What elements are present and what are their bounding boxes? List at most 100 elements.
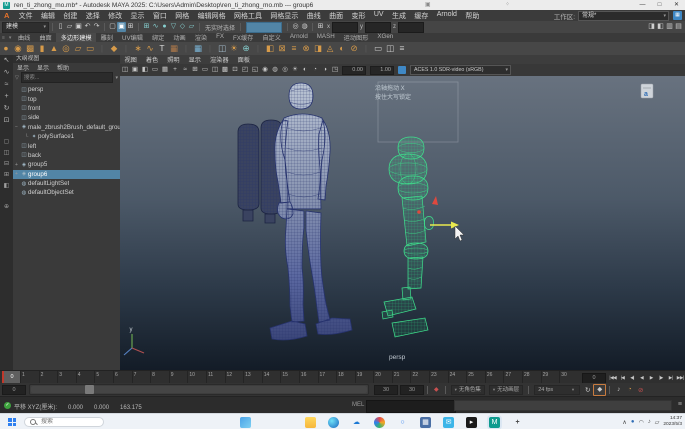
make-live-icon[interactable]: ▱ [187,22,196,32]
range-handle[interactable] [85,385,94,394]
outliner-item[interactable]: ◫ back [13,151,120,160]
character-set-dropdown[interactable]: ▾ 无角色集 [451,385,485,395]
film-gate-icon[interactable]: ▭ [200,64,210,76]
color-ball-icon[interactable] [374,417,385,428]
grid-toggle-icon[interactable]: ⊞ [190,64,200,76]
onedrive-icon[interactable]: ☁ [351,417,362,428]
move-tool-icon[interactable]: + [0,91,13,103]
mail-icon[interactable]: ✉ [443,417,454,428]
shelf-tab[interactable]: XGen [373,33,398,42]
menu-item[interactable]: 显示 [126,11,148,21]
image-plane-icon[interactable]: ▦ [160,64,170,76]
color-management-icon[interactable] [398,66,406,74]
coordinate-grid-icon[interactable]: ⊞ [316,22,325,32]
shelf-menu-icon[interactable]: ≡ [0,35,7,41]
colorspace-dropdown[interactable]: ACES 1.0 SDR-video (sRGB) ▾ [410,65,511,75]
snap-grid-icon[interactable]: ⊞ [142,22,151,32]
menu-item[interactable]: 生成 [388,11,410,21]
quick-selection-input[interactable] [246,22,282,33]
maximize-button[interactable]: □ [651,0,668,10]
menu-item[interactable]: 网格 [171,11,193,21]
script-editor-icon[interactable]: ≡ [678,401,682,408]
expand-toggle[interactable]: └ [23,134,30,140]
current-time-field[interactable]: 0 [582,373,606,384]
step-back-frame-button[interactable]: |◀ [618,375,628,381]
menu-item[interactable]: 帮助 [461,11,483,21]
outliner-item[interactable]: ◫ side [13,113,120,122]
render-frame-icon[interactable]: ◍ [300,22,309,32]
modeling-toolkit-grid-icon[interactable]: ▦ [192,42,204,55]
select-tool-icon[interactable]: ↖ [0,55,13,67]
step-forward-frame-button[interactable]: ▶| [666,375,676,381]
set-key-icon[interactable]: ◆ [434,386,439,393]
poly-sphere-icon[interactable]: ● [0,42,12,55]
super-shape-icon[interactable]: ◆ [108,42,120,55]
console-icon[interactable]: ▸ [466,417,477,428]
animation-end-field[interactable]: 30 [400,385,424,395]
anim-layer-dropdown[interactable]: ▾ 无动画层 [489,385,523,395]
layout-two-pane-side-icon[interactable]: ◫ [0,148,13,159]
image-plane-icon[interactable]: ▦ [168,42,180,55]
filter-icon[interactable]: ▽ [15,75,19,81]
lasso-tool-icon[interactable]: ∿ [0,67,13,79]
paint-select-tool-icon[interactable]: ≈ [0,79,13,91]
coordinate-input[interactable] [332,22,358,33]
tool-settings-toggle-icon[interactable]: ▥ [665,22,674,32]
coordinate-input[interactable] [398,22,424,33]
manipulator-center[interactable] [417,210,421,214]
ambient-occlusion-icon[interactable]: ◔ [310,64,320,76]
field-chart-icon[interactable]: ⊡ [230,64,240,76]
outliner-item[interactable]: └ ✦ polySurface1 [13,132,120,141]
select-hierarchy-icon[interactable]: ▢ [108,22,117,32]
poly-disc-icon[interactable]: ▭ [84,42,96,55]
volume-icon[interactable]: ♪ [648,419,651,425]
select-object-icon[interactable]: ▣ [117,22,126,32]
titlebar-grip-icon[interactable]: ⁘ [505,0,510,10]
sep[interactable]: | [120,42,132,55]
menu-item[interactable]: 文件 [14,11,36,21]
menu-item[interactable]: 网格显示 [266,11,302,21]
expand-toggle[interactable]: + [13,162,20,168]
poly-plane-icon[interactable]: ▱ [72,42,84,55]
file-explorer-icon[interactable] [305,417,316,428]
taskbar-clock[interactable]: 14:37 2023/5/3 [663,416,682,428]
sep[interactable]: | [180,42,192,55]
bookmark-icon[interactable]: ▭ [150,64,160,76]
chevron-down-icon[interactable]: ▾ [115,75,118,81]
safe-title-icon[interactable]: ◱ [250,64,260,76]
taskbar-search-input[interactable] [39,418,93,426]
extrude-icon[interactable]: ⊠ [276,42,288,55]
titlebar-pin-icon[interactable]: ▣ [425,0,431,10]
multicut-icon[interactable]: ⊗ [300,42,312,55]
outliner-item[interactable]: ◫ left [13,141,120,150]
list-outline-icon[interactable]: ≡ [396,42,408,55]
attribute-editor-toggle-icon[interactable]: ◧ [656,22,665,32]
workspace-dropdown[interactable]: 常规* ▾ [578,11,669,21]
menu-item[interactable]: 修改 [104,11,126,21]
shelf-tab[interactable]: 多边形建模 [56,33,96,42]
panel-menu-item[interactable]: 着色 [141,55,162,64]
camera-attributes-icon[interactable]: ◧ [140,64,150,76]
outliner-menu-item[interactable]: 显示 [33,63,53,72]
menu-item[interactable]: UV [370,11,388,21]
poly-cube-icon[interactable]: ▩ [24,42,36,55]
play-forwards-button[interactable]: ▶ [647,375,657,381]
outliner-item[interactable]: ◍ defaultObjectSet [13,188,120,197]
rotate-tool-icon[interactable]: ↻ [0,103,13,115]
sep[interactable]: | [96,42,108,55]
exposure-field[interactable]: 0.00 [342,66,366,75]
xray-icon[interactable]: ◍ [270,64,280,76]
uv-outline-icon[interactable]: ◫ [384,42,396,55]
menu-item[interactable]: 窗口 [149,11,171,21]
gamma-field[interactable]: 1.00 [370,66,394,75]
2d-pan-zoom-icon[interactable]: + [170,64,180,76]
sep[interactable]: | [252,42,264,55]
snap-view-plane-icon[interactable]: ◇ [178,22,187,32]
poly-cone-icon[interactable]: ▲ [48,42,60,55]
outliner-item[interactable]: + ◈ group5 [13,160,120,169]
save-scene-icon[interactable]: ▣ [74,22,83,32]
menu-item[interactable]: 编辑网格 [193,11,229,21]
battery-icon[interactable]: ▱ [655,419,660,426]
shelf-tab[interactable]: Arnold [285,33,312,42]
playback-loop-icon[interactable]: ↻ [582,386,593,394]
